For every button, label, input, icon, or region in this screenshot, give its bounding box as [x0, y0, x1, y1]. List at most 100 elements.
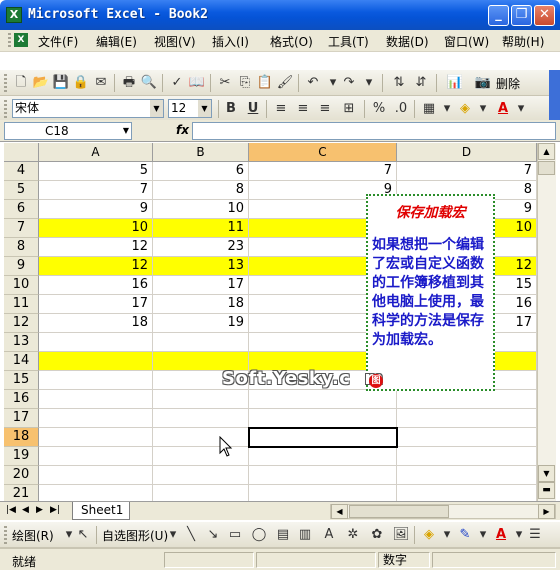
row-header-9[interactable]: 9	[4, 257, 39, 276]
picture-icon[interactable]: 🖼	[392, 526, 410, 544]
percent-style-button[interactable]: %	[370, 100, 388, 118]
scroll-right-icon[interactable]: ▶	[538, 504, 555, 519]
merge-center-icon[interactable]: ⊞	[340, 100, 358, 118]
row-header-12[interactable]: 12	[4, 314, 39, 333]
close-button[interactable]: ✕	[534, 5, 555, 26]
row-header-5[interactable]: 5	[4, 181, 39, 200]
save-icon[interactable]: 💾	[52, 74, 70, 92]
chevron-down-icon[interactable]: ▼	[198, 100, 211, 117]
rectangle-icon[interactable]: ▭	[226, 526, 244, 544]
chart-wizard-icon[interactable]: 📊	[446, 74, 464, 92]
column-header-b[interactable]: B	[153, 143, 249, 162]
cell-a8[interactable]: 12	[39, 238, 153, 257]
cell-d21[interactable]	[397, 485, 537, 501]
align-center-icon[interactable]: ≡	[294, 100, 312, 118]
menu-grip-icon[interactable]	[8, 33, 11, 49]
print-icon[interactable]: 🖶	[120, 74, 138, 92]
cell-a20[interactable]	[39, 466, 153, 485]
clip-art-icon[interactable]: ✿	[368, 526, 386, 544]
cell-b6[interactable]: 10	[153, 200, 249, 219]
menu-tools[interactable]: 工具(T)	[328, 33, 369, 50]
bold-button[interactable]: B	[222, 100, 240, 118]
row-header-6[interactable]: 6	[4, 200, 39, 219]
line-icon[interactable]: ╲	[182, 526, 200, 544]
cell-d20[interactable]	[397, 466, 537, 485]
insert-function-button[interactable]: fx	[176, 123, 189, 137]
chevron-down-icon[interactable]: ▾	[438, 526, 456, 544]
paste-icon[interactable]: 📋	[256, 74, 274, 92]
underline-button[interactable]: U	[244, 100, 262, 118]
wordart-icon[interactable]: A	[320, 526, 338, 544]
last-sheet-icon[interactable]: ▶|	[50, 505, 60, 515]
column-header-d[interactable]: D	[397, 143, 537, 162]
sort-ascending-icon[interactable]: ⇅	[390, 74, 408, 92]
row-header-8[interactable]: 8	[4, 238, 39, 257]
font-color-icon[interactable]: A	[494, 100, 512, 118]
cell-b5[interactable]: 8	[153, 181, 249, 200]
row-header-15[interactable]: 15	[4, 371, 39, 390]
cell-a15[interactable]	[39, 371, 153, 390]
cell-b20[interactable]	[153, 466, 249, 485]
scroll-left-icon[interactable]: ◀	[331, 504, 348, 519]
align-left-icon[interactable]: ≡	[272, 100, 290, 118]
restore-button[interactable]: ❐	[511, 5, 532, 26]
row-header-20[interactable]: 20	[4, 466, 39, 485]
callout-textbox[interactable]: 保存加载宏 如果想把一个编辑了宏或自定义函数的工作簿移植到其他电脑上使用，最科学…	[366, 194, 495, 391]
cell-b4[interactable]: 6	[153, 162, 249, 181]
line-color-icon[interactable]: ✎	[456, 526, 474, 544]
print-preview-icon[interactable]: 🔍	[140, 74, 158, 92]
font-name-combo[interactable]: 宋体 ▼	[12, 99, 164, 118]
arrow-icon[interactable]: ↘	[204, 526, 222, 544]
cell-b21[interactable]	[153, 485, 249, 501]
cell-b8[interactable]: 23	[153, 238, 249, 257]
name-box[interactable]: C18 ▼	[4, 122, 132, 140]
scroll-thumb[interactable]	[538, 161, 555, 175]
next-sheet-icon[interactable]: ▶	[36, 505, 43, 515]
chevron-down-icon[interactable]: ▼	[123, 123, 129, 139]
borders-icon[interactable]: ▦	[420, 100, 438, 118]
cell-a19[interactable]	[39, 447, 153, 466]
menu-help[interactable]: 帮助(H)	[502, 33, 544, 50]
cell-b9[interactable]: 13	[153, 257, 249, 276]
chevron-down-icon[interactable]: ▾	[164, 526, 182, 544]
cell-a7[interactable]: 10	[39, 219, 153, 238]
cell-a13[interactable]	[39, 333, 153, 352]
cell-c4[interactable]: 7	[249, 162, 397, 181]
open-icon[interactable]: 📂	[32, 74, 50, 92]
oval-icon[interactable]: ◯	[250, 526, 268, 544]
chevron-down-icon[interactable]: ▾	[474, 526, 492, 544]
camera-icon[interactable]: 📷	[474, 74, 492, 92]
menu-insert[interactable]: 插入(I)	[212, 33, 249, 50]
scroll-up-icon[interactable]: ▲	[538, 143, 555, 160]
diagram-icon[interactable]: ✲	[344, 526, 362, 544]
row-header-19[interactable]: 19	[4, 447, 39, 466]
chevron-down-icon[interactable]: ▾	[438, 100, 456, 118]
cell-a16[interactable]	[39, 390, 153, 409]
horizontal-scrollbar[interactable]: ◀ ▶	[330, 504, 556, 519]
horizontal-scroll-thumb[interactable]	[349, 505, 449, 518]
row-header-7[interactable]: 7	[4, 219, 39, 238]
select-objects-icon[interactable]: ↖	[74, 526, 92, 544]
toolbar-grip-icon[interactable]	[4, 526, 7, 544]
cell-d19[interactable]	[397, 447, 537, 466]
cell-d16[interactable]	[397, 390, 537, 409]
row-header-14[interactable]: 14	[4, 352, 39, 371]
fill-color-icon[interactable]: ◈	[420, 526, 438, 544]
cell-a21[interactable]	[39, 485, 153, 501]
cell-b12[interactable]: 19	[153, 314, 249, 333]
spelling-icon[interactable]: ✓	[168, 74, 186, 92]
permission-icon[interactable]: 🔒	[72, 74, 90, 92]
workbook-icon[interactable]: X	[14, 33, 28, 47]
cell-a9[interactable]: 12	[39, 257, 153, 276]
cell-a12[interactable]: 18	[39, 314, 153, 333]
toolbar-options-icon[interactable]	[549, 96, 560, 122]
split-box-icon[interactable]: ▬	[538, 482, 555, 499]
sort-descending-icon[interactable]: ⇵	[412, 74, 430, 92]
cell-d18[interactable]	[397, 428, 537, 447]
align-right-icon[interactable]: ≡	[316, 100, 334, 118]
first-sheet-icon[interactable]: |◀	[6, 505, 16, 515]
active-cell-selection[interactable]	[248, 427, 398, 448]
chevron-down-icon[interactable]: ▾	[474, 100, 492, 118]
redo-icon[interactable]: ↷	[340, 74, 358, 92]
menu-format[interactable]: 格式(O)	[270, 33, 313, 50]
